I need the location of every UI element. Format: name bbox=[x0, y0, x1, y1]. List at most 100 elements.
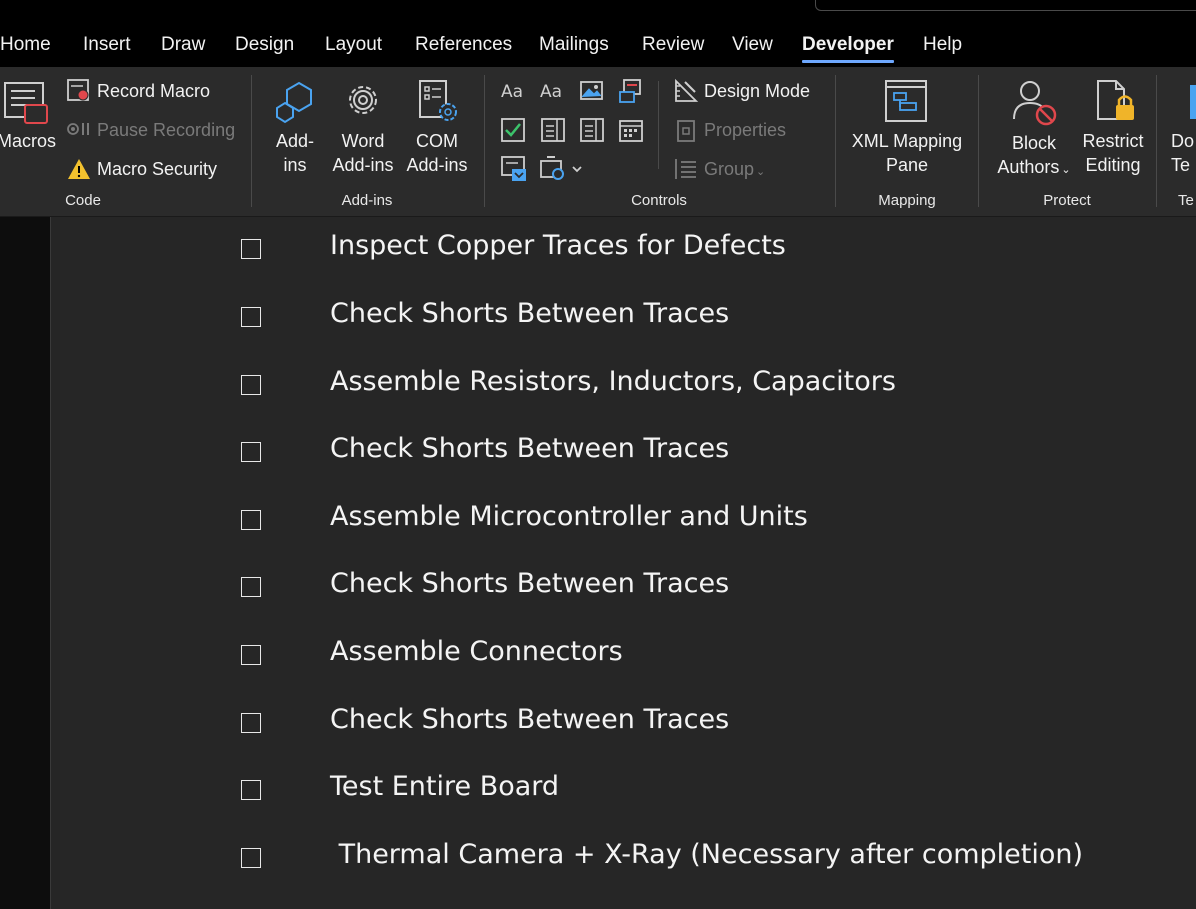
block-authors-icon bbox=[1013, 81, 1057, 126]
tab-review[interactable]: Review bbox=[642, 34, 704, 56]
checklist-item: Assemble Resistors, Inductors, Capacitor… bbox=[51, 366, 1196, 406]
left-margin bbox=[0, 217, 51, 909]
separator bbox=[835, 75, 836, 207]
checkbox-control-icon[interactable] bbox=[500, 117, 526, 143]
checkbox[interactable] bbox=[241, 239, 261, 259]
checkbox[interactable] bbox=[241, 713, 261, 733]
checkbox[interactable] bbox=[241, 307, 261, 327]
pause-recording-label: Pause Recording bbox=[97, 120, 236, 140]
addins-label-1: Add- bbox=[275, 131, 315, 151]
tab-view[interactable]: View bbox=[732, 34, 773, 56]
legacy-tools-icon[interactable] bbox=[500, 155, 528, 183]
picture-control-icon[interactable] bbox=[579, 79, 605, 103]
com-addins-label-2: Add-ins bbox=[406, 155, 468, 175]
checklist-item: Inspect Copper Traces for Defects bbox=[51, 230, 1196, 270]
com-addins-icon bbox=[419, 80, 457, 121]
addins-label-2: ins bbox=[283, 155, 307, 175]
checklist-item-text: Check Shorts Between Traces bbox=[330, 433, 730, 464]
pause-icon bbox=[67, 123, 89, 135]
checklist-item-text: Assemble Microcontroller and Units bbox=[330, 501, 808, 532]
design-mode-label: Design Mode bbox=[704, 81, 811, 101]
restrict-editing-label-2: Editing bbox=[1085, 155, 1141, 175]
xml-mapping-label-1: XML Mapping bbox=[851, 131, 963, 151]
checklist-item-text: Inspect Copper Traces for Defects bbox=[330, 230, 786, 261]
tab-insert[interactable]: Insert bbox=[83, 34, 131, 56]
group-label: Group ⌄ bbox=[704, 159, 765, 180]
checklist-item-text: Check Shorts Between Traces bbox=[330, 298, 730, 329]
separator bbox=[658, 81, 659, 169]
separator bbox=[484, 75, 485, 207]
group-label-code: Code bbox=[65, 192, 101, 209]
tab-mailings[interactable]: Mailings bbox=[539, 34, 609, 56]
document-page: Inspect Copper Traces for Defects Check … bbox=[51, 217, 1196, 909]
checklist-item: Thermal Camera + X-Ray (Necessary after … bbox=[51, 839, 1196, 879]
macros-icon bbox=[4, 82, 48, 124]
lock-document-icon bbox=[1097, 80, 1134, 120]
checklist-item-text: Thermal Camera + X-Ray (Necessary after … bbox=[330, 839, 1084, 870]
xml-mapping-label-2: Pane bbox=[885, 155, 929, 175]
checklist-item-text: Assemble Connectors bbox=[330, 636, 623, 667]
macros-label: Macros bbox=[0, 131, 57, 151]
chevron-down-icon: ⌄ bbox=[1061, 164, 1071, 176]
properties-label: Properties bbox=[704, 120, 787, 140]
hexagon-addins-icon bbox=[276, 81, 312, 124]
checklist-item-text: Assemble Resistors, Inductors, Capacitor… bbox=[330, 366, 896, 397]
group-icon bbox=[675, 159, 696, 179]
tab-developer[interactable]: Developer bbox=[802, 34, 894, 63]
checklist-item: Test Entire Board bbox=[51, 771, 1196, 811]
checkbox[interactable] bbox=[241, 442, 261, 462]
chevron-down-icon: ⌄ bbox=[756, 166, 766, 178]
tab-references[interactable]: References bbox=[415, 34, 512, 56]
group-label-controls: Controls bbox=[631, 192, 687, 209]
checkbox[interactable] bbox=[241, 848, 261, 868]
ribbon-tabs: Home Insert Draw Design Layout Reference… bbox=[0, 26, 1196, 67]
checkbox[interactable] bbox=[241, 645, 261, 665]
record-macro-icon bbox=[67, 79, 89, 101]
checklist-item: Check Shorts Between Traces bbox=[51, 568, 1196, 608]
date-picker-control-icon[interactable] bbox=[618, 117, 644, 143]
tab-design[interactable]: Design bbox=[235, 34, 294, 56]
gear-icon bbox=[349, 86, 377, 114]
building-block-control-icon[interactable] bbox=[618, 78, 644, 104]
tools-icon bbox=[540, 156, 582, 180]
svg-text:Aa: Aa bbox=[501, 82, 523, 102]
com-addins-label-1: COM bbox=[416, 131, 458, 151]
group-label-text: Group bbox=[704, 159, 755, 179]
checkbox[interactable] bbox=[241, 577, 261, 597]
tab-draw[interactable]: Draw bbox=[161, 34, 205, 56]
checklist-item: Check Shorts Between Traces bbox=[51, 298, 1196, 338]
checklist-item: Check Shorts Between Traces bbox=[51, 433, 1196, 473]
document-template-label-1: Do bbox=[1171, 131, 1195, 151]
tab-layout[interactable]: Layout bbox=[325, 34, 382, 56]
warning-icon bbox=[68, 159, 90, 179]
macro-security-label: Macro Security bbox=[97, 159, 218, 179]
group-label-addins: Add-ins bbox=[341, 192, 393, 209]
search-box[interactable] bbox=[815, 0, 1196, 11]
group-label-protect: Protect bbox=[1043, 192, 1091, 209]
dropdown-list-control-icon[interactable] bbox=[579, 117, 605, 143]
ribbon: Macros Record Macro Pause Recording Macr… bbox=[0, 67, 1196, 217]
checklist-item: Assemble Connectors bbox=[51, 636, 1196, 676]
plain-text-control-icon[interactable]: Aa bbox=[539, 79, 567, 103]
word-addins-label-1: Word bbox=[341, 131, 385, 151]
design-mode-icon bbox=[675, 78, 699, 102]
checklist-item: Check Shorts Between Traces bbox=[51, 704, 1196, 744]
separator bbox=[1156, 75, 1157, 207]
combo-box-control-icon[interactable] bbox=[540, 117, 566, 143]
checklist-item-text: Check Shorts Between Traces bbox=[330, 704, 730, 735]
record-macro-label: Record Macro bbox=[97, 81, 211, 101]
checklist-item-text: Test Entire Board bbox=[330, 771, 560, 802]
checkbox[interactable] bbox=[241, 780, 261, 800]
rich-text-control-icon[interactable]: Aa bbox=[500, 79, 528, 103]
properties-icon bbox=[677, 120, 695, 142]
group-label-mapping: Mapping bbox=[878, 192, 936, 209]
checkbox[interactable] bbox=[241, 510, 261, 530]
checklist-item-text: Check Shorts Between Traces bbox=[330, 568, 730, 599]
tab-home[interactable]: Home bbox=[0, 34, 51, 56]
block-authors-label-1: Block bbox=[1011, 133, 1056, 153]
separator bbox=[251, 75, 252, 207]
svg-text:Aa: Aa bbox=[540, 82, 562, 102]
checkbox[interactable] bbox=[241, 375, 261, 395]
restrict-editing-label-1: Restrict bbox=[1082, 131, 1144, 151]
tab-help[interactable]: Help bbox=[923, 34, 962, 56]
